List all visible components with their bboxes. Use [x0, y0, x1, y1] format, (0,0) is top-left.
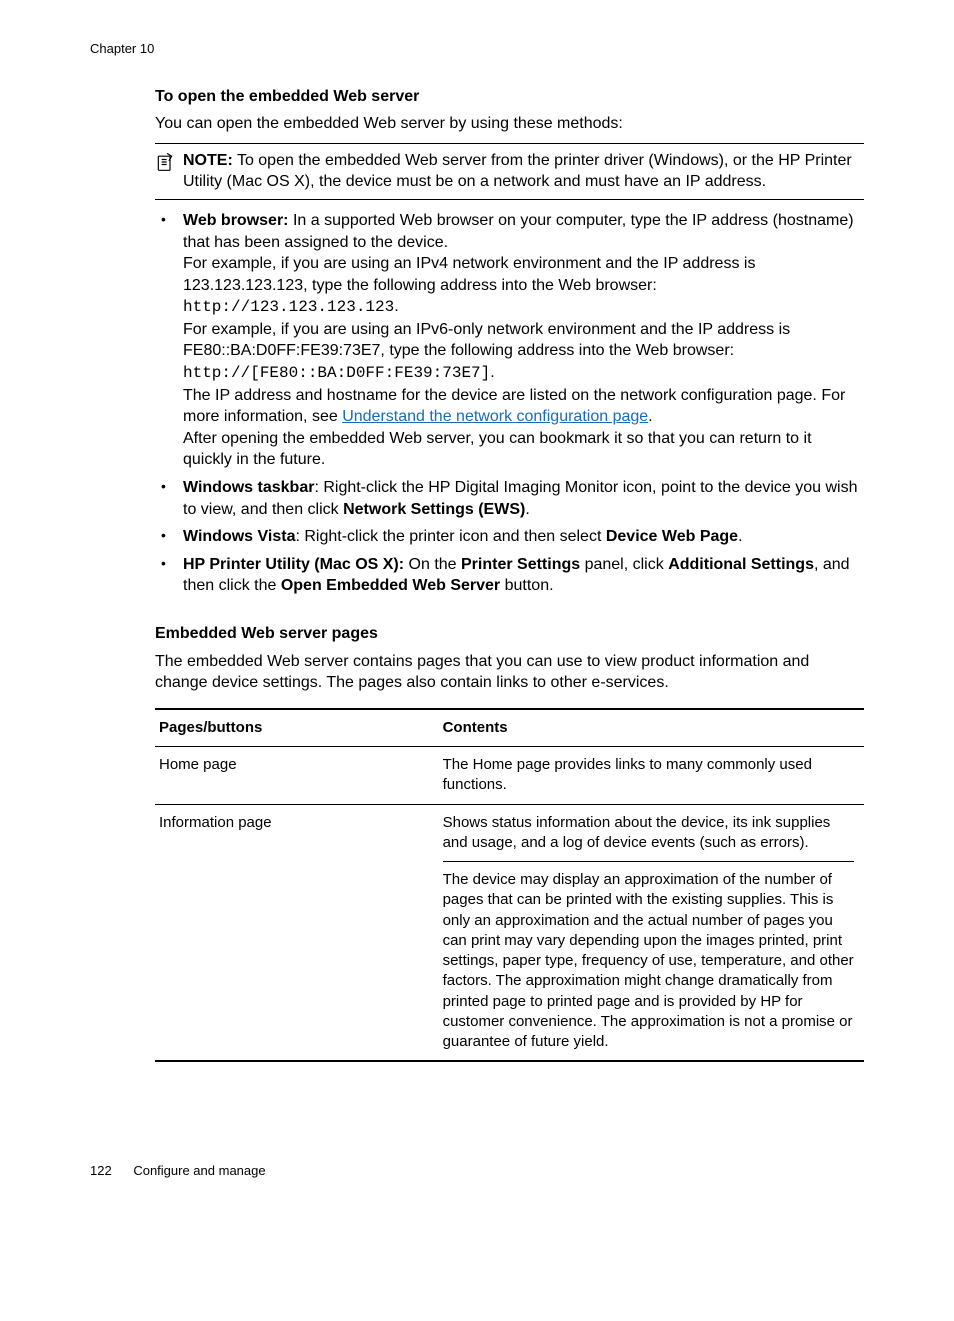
bullet-hp-printer-utility: HP Printer Utility (Mac OS X): On the Pr… — [155, 554, 864, 597]
ipv6-url-code: http://[FE80::BA:D0FF:FE39:73E7] — [183, 364, 490, 382]
bullet1-line5: After opening the embedded Web server, y… — [183, 428, 864, 471]
table-row: Home page The Home page provides links t… — [155, 747, 864, 805]
bullet1-line4: The IP address and hostname for the devi… — [183, 385, 864, 428]
footer-title: Configure and manage — [133, 1163, 265, 1178]
th-pages-buttons: Pages/buttons — [155, 709, 439, 747]
bullet-windows-taskbar: Windows taskbar: Right-click the HP Digi… — [155, 477, 864, 520]
bullet4-bold2: Additional Settings — [668, 556, 814, 573]
ipv4-url-code: http://123.123.123.123 — [183, 298, 394, 316]
bullet1-lead: Web browser: — [183, 212, 289, 229]
page-footer: 122 Configure and manage — [90, 1162, 894, 1180]
bullet4-bold1: Printer Settings — [461, 556, 580, 573]
bullet3-bold1: Device Web Page — [606, 528, 738, 545]
note-body: To open the embedded Web server from the… — [183, 152, 852, 191]
bullet2-bold1: Network Settings (EWS) — [343, 501, 525, 518]
bullet-web-browser: Web browser: In a supported Web browser … — [155, 210, 864, 471]
bullet4-bold3: Open Embedded Web Server — [281, 577, 500, 594]
ews-pages-table: Pages/buttons Contents Home page The Hom… — [155, 708, 864, 1063]
bullet-list: Web browser: In a supported Web browser … — [155, 210, 864, 597]
note-text: NOTE: To open the embedded Web server fr… — [183, 150, 864, 193]
page-number: 122 — [90, 1162, 112, 1180]
section2-intro: The embedded Web server contains pages t… — [155, 651, 864, 694]
page-content: To open the embedded Web server You can … — [155, 86, 864, 1063]
chapter-label: Chapter 10 — [90, 40, 894, 58]
note-label: NOTE: — [183, 152, 233, 169]
bullet4-lead: HP Printer Utility (Mac OS X): — [183, 556, 404, 573]
table-row: Information page Shows status informatio… — [155, 804, 864, 1061]
bullet1-line2: For example, if you are using an IPv4 ne… — [183, 253, 864, 319]
th-contents: Contents — [439, 709, 864, 747]
cell-home-page-desc: The Home page provides links to many com… — [439, 747, 864, 805]
cell-information-page-desc: Shows status information about the devic… — [439, 804, 864, 1061]
bullet2-lead: Windows taskbar — [183, 479, 314, 496]
section2-heading: Embedded Web server pages — [155, 623, 864, 645]
cell-home-page: Home page — [155, 747, 439, 805]
bullet1-line3: For example, if you are using an IPv6-on… — [183, 319, 864, 385]
bullet-windows-vista: Windows Vista: Right-click the printer i… — [155, 526, 864, 548]
bullet3-lead: Windows Vista — [183, 528, 295, 545]
understand-network-config-link[interactable]: Understand the network configuration pag… — [342, 408, 648, 425]
section1-intro: You can open the embedded Web server by … — [155, 113, 864, 135]
cell-information-page: Information page — [155, 804, 439, 1061]
note-icon — [155, 152, 177, 179]
section1-heading: To open the embedded Web server — [155, 86, 864, 108]
note-box: NOTE: To open the embedded Web server fr… — [155, 143, 864, 200]
